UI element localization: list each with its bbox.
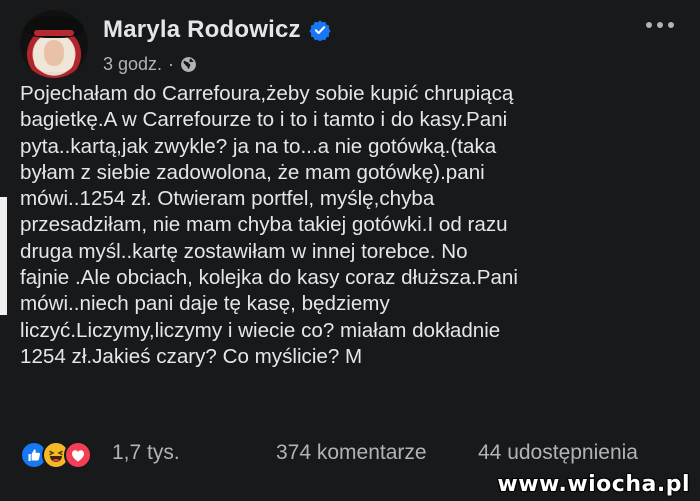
left-edge-strip: [0, 197, 7, 315]
post-header: Maryla Rodowicz 3 godz. ·: [20, 10, 690, 80]
post-text: Pojechałam do Carrefoura,żeby sobie kupi…: [20, 82, 518, 368]
more-dot: [668, 22, 674, 28]
avatar-hat-band: [34, 30, 74, 36]
comments-count[interactable]: 374 komentarze: [276, 441, 427, 465]
avatar-face: [44, 40, 64, 66]
more-dot: [657, 22, 663, 28]
shares-count[interactable]: 44 udostępnienia: [478, 441, 638, 465]
reactions-count[interactable]: 1,7 tys.: [112, 441, 180, 465]
facebook-post: Maryla Rodowicz 3 godz. · Pojechałam do …: [0, 0, 700, 501]
post-time[interactable]: 3 godz.: [103, 54, 162, 75]
more-dot: [646, 22, 652, 28]
globe-icon: [180, 56, 197, 73]
meta-separator: ·: [168, 54, 175, 74]
verified-icon: [309, 19, 331, 42]
post-meta: 3 godz. ·: [103, 54, 197, 75]
love-icon: [64, 441, 92, 469]
author-row: Maryla Rodowicz: [103, 16, 331, 44]
watermark: www.wiocha.pl: [497, 472, 690, 497]
more-options-icon[interactable]: [646, 18, 680, 32]
avatar[interactable]: [20, 10, 88, 78]
reactions-icons[interactable]: [20, 441, 106, 469]
author-name[interactable]: Maryla Rodowicz: [103, 16, 301, 44]
post-footer: 1,7 tys. 374 komentarze 44 udostępnienia: [20, 437, 695, 473]
